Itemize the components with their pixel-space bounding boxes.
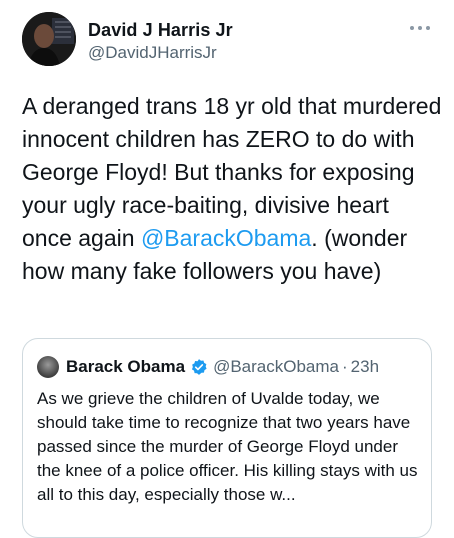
tweet-text: A deranged trans 18 yr old that murdered… xyxy=(22,90,442,288)
mention-link[interactable]: @BarackObama xyxy=(141,225,311,251)
more-button[interactable] xyxy=(406,18,434,38)
quote-header: Barack Obama @BarackObama · 23h xyxy=(37,356,379,378)
avatar-image xyxy=(22,12,76,66)
avatar[interactable] xyxy=(22,12,76,66)
quote-text: As we grieve the children of Uvalde toda… xyxy=(37,389,418,504)
quote-author-handle: @BarackObama xyxy=(213,357,339,376)
author-handle[interactable]: @DavidJHarrisJr xyxy=(88,43,217,63)
more-horizontal-icon xyxy=(410,26,430,30)
author-name[interactable]: David J Harris Jr xyxy=(88,20,233,41)
quote-separator: · xyxy=(342,357,348,376)
quoted-tweet[interactable]: Barack Obama @BarackObama · 23h As we gr… xyxy=(22,338,432,538)
quote-timestamp[interactable]: 23h xyxy=(351,357,379,377)
verified-badge-icon xyxy=(190,358,208,376)
quote-avatar xyxy=(37,356,59,378)
tweet: David J Harris Jr @DavidJHarrisJr A dera… xyxy=(0,0,454,538)
quote-author-name: Barack Obama xyxy=(66,357,186,376)
